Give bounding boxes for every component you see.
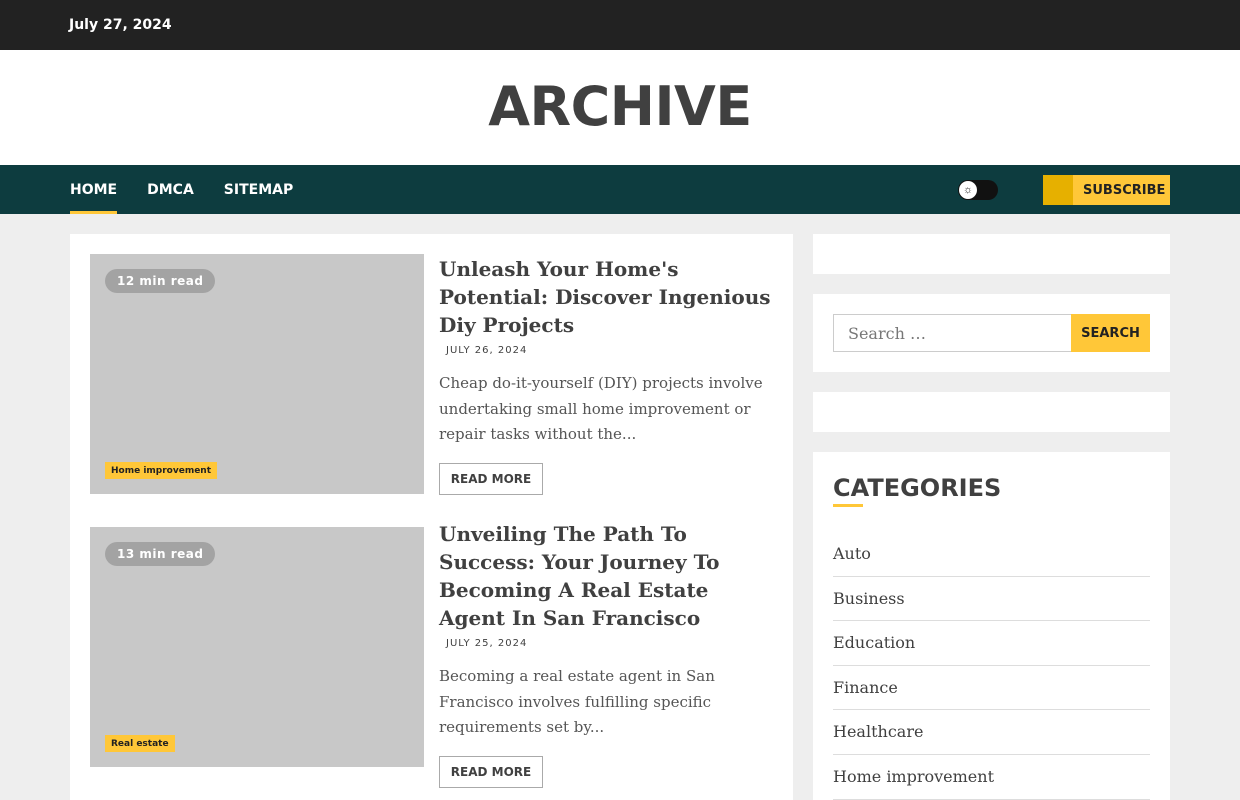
main-navigation: HOME DMCA SITEMAP ☼ SUBSCRIBE xyxy=(0,165,1240,214)
category-link[interactable]: Auto xyxy=(833,532,1150,577)
sidebar-widget-empty xyxy=(813,234,1170,274)
categories-widget: CATEGORIES Auto Business Education Finan… xyxy=(813,452,1170,800)
post-title[interactable]: Unveiling The Path To Success: Your Jour… xyxy=(439,520,773,632)
read-time-badge: 13 min read xyxy=(105,542,216,566)
search-widget: SEARCH xyxy=(813,294,1170,372)
top-bar: July 27, 2024 xyxy=(0,0,1240,50)
subscribe-button[interactable]: SUBSCRIBE xyxy=(1043,175,1170,205)
nav-item-home[interactable]: HOME xyxy=(70,165,118,214)
category-link[interactable]: Healthcare xyxy=(833,710,1150,755)
read-more-button[interactable]: READ MORE xyxy=(439,755,543,788)
category-link[interactable]: Education xyxy=(833,621,1150,666)
category-link[interactable]: Business xyxy=(833,577,1150,622)
post-thumbnail[interactable]: 13 min read Real estate xyxy=(90,527,424,767)
subscribe-label: SUBSCRIBE xyxy=(1083,182,1166,198)
post-title[interactable]: Unleash Your Home's Potential: Discover … xyxy=(439,255,773,339)
title-underline xyxy=(833,504,863,507)
categories-title: CATEGORIES xyxy=(833,474,1002,502)
post-body: Unveiling The Path To Success: Your Jour… xyxy=(439,522,773,788)
post-excerpt: Cheap do-it-yourself (DIY) projects invo… xyxy=(439,374,763,443)
search-form: SEARCH xyxy=(833,314,1150,352)
read-more-button[interactable]: READ MORE xyxy=(439,462,543,495)
post-excerpt: Becoming a real estate agent in San Fran… xyxy=(439,667,715,736)
site-title[interactable]: ARCHIVE xyxy=(488,75,752,138)
read-time-badge: 12 min read xyxy=(105,269,216,293)
post-item: 12 min read Home improvement Unleash You… xyxy=(90,254,773,495)
post-item: 13 min read Real estate Unveiling The Pa… xyxy=(90,522,773,788)
current-date: July 27, 2024 xyxy=(69,17,172,33)
nav-menu: HOME DMCA SITEMAP xyxy=(70,165,293,214)
main-content: 12 min read Home improvement Unleash You… xyxy=(70,234,793,800)
post-thumbnail[interactable]: 12 min read Home improvement xyxy=(90,254,424,494)
post-body: Unleash Your Home's Potential: Discover … xyxy=(439,254,773,495)
nav-item-dmca[interactable]: DMCA xyxy=(147,165,194,214)
subscribe-icon xyxy=(1043,175,1073,205)
theme-toggle[interactable]: ☼ xyxy=(958,180,998,200)
category-link[interactable]: Home improvement xyxy=(833,755,1150,800)
sun-icon: ☼ xyxy=(959,181,977,199)
search-input[interactable] xyxy=(833,314,1071,352)
sidebar-widget-empty xyxy=(813,392,1170,432)
masthead: ARCHIVE xyxy=(0,50,1240,165)
category-link[interactable]: Finance xyxy=(833,666,1150,711)
category-badge[interactable]: Real estate xyxy=(105,735,175,752)
nav-item-sitemap[interactable]: SITEMAP xyxy=(224,165,293,214)
categories-list: Auto Business Education Finance Healthca… xyxy=(833,532,1150,800)
post-date: JULY 25, 2024 xyxy=(446,638,528,649)
category-badge[interactable]: Home improvement xyxy=(105,462,218,479)
post-date: JULY 26, 2024 xyxy=(446,345,528,356)
search-button[interactable]: SEARCH xyxy=(1071,314,1150,352)
